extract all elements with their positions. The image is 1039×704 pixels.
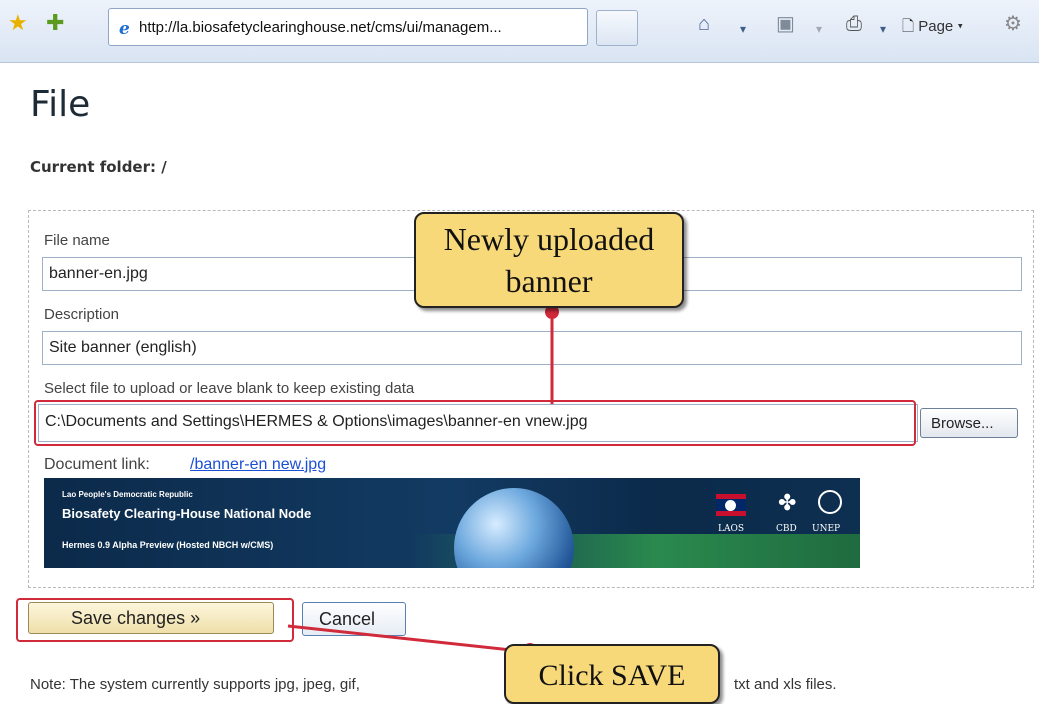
save-callout: Click SAVE bbox=[504, 644, 720, 704]
uploaded-callout: Newly uploaded banner bbox=[414, 212, 684, 308]
save-connector-line bbox=[287, 624, 531, 654]
callout-connectors bbox=[287, 300, 559, 657]
flag-dot bbox=[725, 500, 736, 511]
